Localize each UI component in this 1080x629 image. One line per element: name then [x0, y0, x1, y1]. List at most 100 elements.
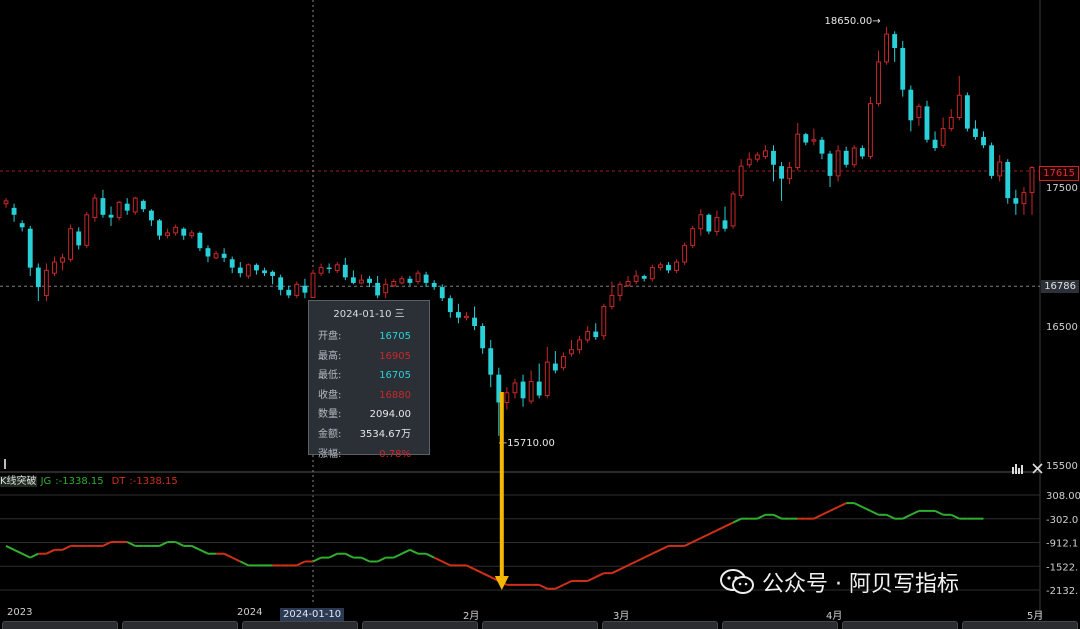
- candle-body-down: [439, 287, 445, 299]
- candle-body-up: [916, 105, 922, 118]
- candle-body-up: [956, 94, 962, 119]
- low-annotation: ←15710.00: [499, 438, 555, 449]
- candle-body-up: [617, 283, 623, 296]
- candle-body-up: [835, 150, 841, 177]
- candle-body-up: [762, 150, 768, 157]
- candle-body-up: [116, 201, 122, 219]
- indicator-line-segment: [829, 506, 839, 512]
- candle-body-down: [407, 278, 413, 283]
- indicator-line-segment: [643, 552, 653, 559]
- candle-body-down: [350, 277, 356, 283]
- candle-body-down: [197, 232, 203, 249]
- candle-body-down: [900, 48, 906, 90]
- candle-body-up: [294, 283, 300, 296]
- indicator-tick-label: -1522.: [1046, 562, 1078, 573]
- candle-body-up: [787, 167, 793, 180]
- candle-body-down: [722, 220, 728, 229]
- indicator-line-segment: [732, 517, 742, 524]
- candle-body-up: [3, 200, 9, 205]
- indicator-line-segment: [910, 509, 920, 516]
- bottom-tab[interactable]: [962, 621, 1078, 629]
- bottom-tab[interactable]: [122, 621, 238, 629]
- indicator-line-segment: [773, 513, 782, 520]
- bottom-tab[interactable]: [482, 621, 598, 629]
- candle-body-up: [754, 154, 760, 160]
- candle-body-down: [108, 214, 114, 218]
- indicator-line-segment: [433, 556, 443, 563]
- bottom-tab[interactable]: [842, 621, 958, 629]
- candle-body-up: [310, 272, 316, 299]
- candle-body-down: [148, 210, 154, 221]
- indicator-line-segment: [344, 552, 354, 559]
- indicator-line-segment: [562, 580, 572, 586]
- candle-body-down: [964, 95, 970, 129]
- x-label-may: 5月: [1027, 611, 1044, 622]
- bottom-tab[interactable]: [602, 621, 718, 629]
- candle-body-up: [213, 253, 219, 259]
- tooltip-row-volume: 数量: 2094.00: [318, 409, 411, 421]
- indicator-line-segment: [595, 572, 605, 578]
- close-icon[interactable]: [1032, 459, 1043, 478]
- candle-body-down: [908, 89, 914, 121]
- candle-body-down: [76, 231, 82, 246]
- high-annotation: 18650.00→: [824, 16, 880, 27]
- candle-body-up: [657, 264, 663, 269]
- indicator-line-segment: [441, 560, 451, 567]
- indicator-line-segment: [821, 509, 831, 516]
- indicator-line-segment: [199, 548, 209, 555]
- indicator-line-segment: [813, 513, 823, 520]
- pane-marker: [4, 459, 6, 469]
- candle-body-down: [35, 267, 41, 288]
- indicator-line-segment: [716, 525, 726, 532]
- bottom-tab[interactable]: [242, 621, 358, 629]
- price-tick-label: 15500: [1046, 461, 1078, 472]
- candle-body-down: [278, 277, 284, 290]
- candle-body-down: [19, 223, 25, 228]
- x-label-mar: 3月: [613, 611, 630, 622]
- candle-body-up: [1021, 192, 1027, 205]
- candle-body-down: [124, 203, 130, 211]
- candle-body-up: [92, 197, 98, 219]
- bottom-tab[interactable]: [2, 621, 118, 629]
- bottom-tab[interactable]: [722, 621, 838, 629]
- candle-body-down: [803, 134, 809, 143]
- indicator-line-segment: [708, 529, 718, 536]
- indicator-tick-label: -2132.: [1046, 586, 1078, 597]
- bottom-tab[interactable]: [362, 621, 478, 629]
- candle-body-down: [706, 214, 712, 232]
- indicator-line-segment: [231, 556, 241, 563]
- tooltip-row-amount: 金额: 3534.67万: [318, 428, 411, 440]
- indicator-line-segment: [659, 545, 669, 551]
- candle-body-up: [609, 294, 615, 308]
- indicator-tick-label: -302.0: [1046, 515, 1078, 526]
- candle-body-up: [415, 272, 421, 283]
- indicator-line-segment: [902, 513, 912, 520]
- kline-chart[interactable]: 17500 16500 15500 18650.00→ ←15710.00 308.00 -…: [0, 0, 1080, 629]
- candle-body-up: [884, 33, 890, 63]
- candle-body-up: [674, 261, 679, 271]
- indicator-line-segment: [191, 545, 201, 551]
- chart-tools: [1012, 459, 1043, 478]
- ref-price-tag-red: 17615: [1039, 166, 1079, 181]
- candle-body-up: [940, 128, 946, 146]
- indicator-line-segment: [239, 560, 249, 567]
- bar-chart-icon[interactable]: [1012, 459, 1024, 478]
- candle-body-up: [561, 356, 566, 369]
- watermark-text: 公众号 · 阿贝写指标: [762, 572, 959, 597]
- indicator-line-segment: [869, 509, 879, 516]
- candle-body-down: [375, 282, 381, 296]
- indicator-line-segment: [474, 568, 484, 575]
- bottom-tab-strip: [0, 621, 1080, 629]
- candle-body-up: [876, 61, 881, 105]
- candle-body-down: [1005, 161, 1011, 199]
- candle-body-down: [779, 166, 784, 179]
- candle-body-up: [512, 382, 518, 394]
- candle-body-down: [302, 285, 308, 293]
- candle-body-down: [480, 326, 486, 349]
- candle-body-down: [552, 363, 558, 371]
- candle-body-down: [455, 312, 461, 318]
- candle-body-down: [472, 317, 477, 326]
- candle-body-up: [334, 264, 340, 271]
- indicator-line-segment: [950, 513, 960, 520]
- candle-body-up: [625, 281, 631, 287]
